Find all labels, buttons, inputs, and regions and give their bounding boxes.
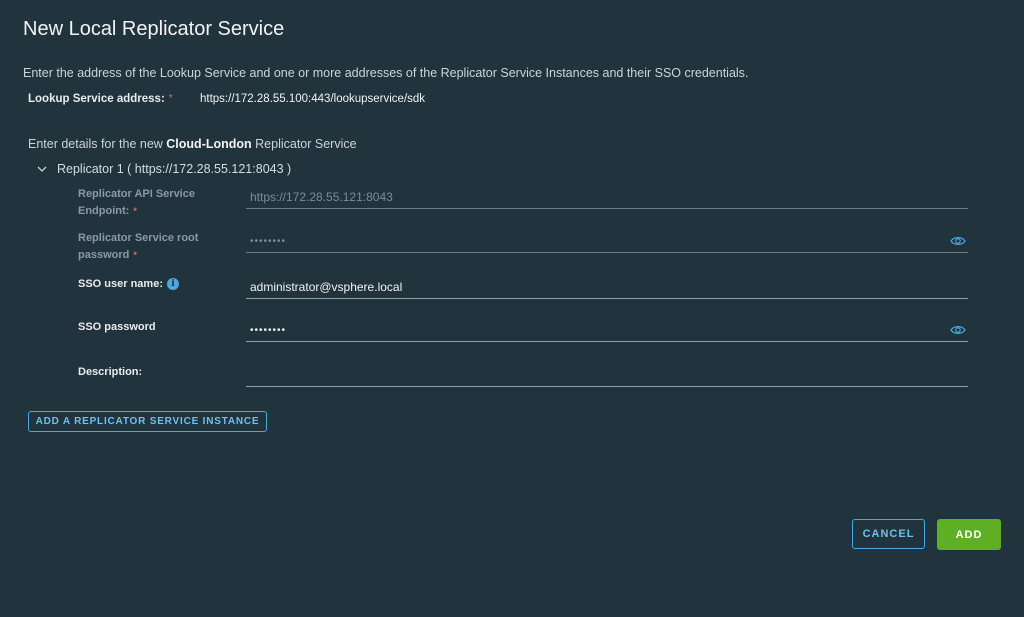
details-prefix: Enter details for the new [28, 137, 167, 151]
site-name: Cloud-London [166, 137, 252, 151]
root-password-label-line2: password [78, 248, 130, 261]
endpoint-value: https://172.28.55.121:8043 [250, 190, 393, 204]
lookup-service-value: https://172.28.55.100:443/lookupservice/… [200, 93, 426, 105]
description-label: Description: [78, 364, 228, 381]
sso-user-value: administrator@vsphere.local [250, 280, 403, 294]
replicator-1-header: Replicator 1 ( https://172.28.55.121:804… [57, 162, 292, 176]
dialog-title: New Local Replicator Service [23, 18, 285, 40]
new-replicator-dialog: New Local Replicator Service Enter the a… [0, 0, 1024, 617]
root-password-value: •••••••• [250, 235, 287, 247]
info-icon[interactable]: i [166, 278, 179, 291]
sso-password-input[interactable]: •••••••• [246, 319, 968, 342]
details-suffix: Replicator Service [251, 137, 357, 151]
lookup-service-row: Lookup Service address: * https://172.28.… [28, 93, 425, 105]
description-label-text: Description: [78, 366, 143, 378]
root-password-input: •••••••• [246, 230, 968, 253]
description-input[interactable] [246, 364, 968, 387]
dialog-intro-text: Enter the address of the Lookup Service … [23, 66, 749, 80]
lookup-service-label: Lookup Service address: [28, 93, 165, 105]
cancel-button[interactable]: CANCEL [852, 519, 925, 549]
endpoint-label: Replicator API Service Endpoint: * [78, 186, 228, 219]
root-password-label: Replicator Service root password * [78, 230, 228, 263]
sso-password-label-text: SSO password [78, 321, 156, 333]
sso-password-label: SSO password [78, 319, 228, 336]
add-button[interactable]: ADD [937, 519, 1001, 550]
endpoint-label-line1: Replicator API Service [78, 188, 195, 200]
sso-user-input[interactable]: administrator@vsphere.local [246, 276, 968, 299]
endpoint-input: https://172.28.55.121:8043 [246, 186, 968, 209]
root-password-label-line1: Replicator Service root [78, 232, 199, 244]
required-marker: * [133, 205, 137, 216]
replicator-1-toggle[interactable]: Replicator 1 ( https://172.28.55.121:804… [36, 162, 291, 176]
details-intro-text: Enter details for the new Cloud-London R… [28, 137, 357, 151]
required-marker: * [133, 249, 137, 260]
add-replicator-instance-button[interactable]: ADD A REPLICATOR SERVICE INSTANCE [28, 411, 267, 432]
sso-password-value: •••••••• [250, 324, 287, 336]
endpoint-label-line2: Endpoint: [78, 204, 130, 217]
sso-user-label-text: SSO user name: [78, 278, 163, 290]
chevron-down-icon [37, 166, 47, 172]
eye-icon[interactable] [950, 324, 966, 336]
sso-user-label: SSO user name: i [78, 276, 228, 293]
required-marker: * [168, 93, 173, 104]
eye-icon[interactable] [950, 235, 966, 247]
